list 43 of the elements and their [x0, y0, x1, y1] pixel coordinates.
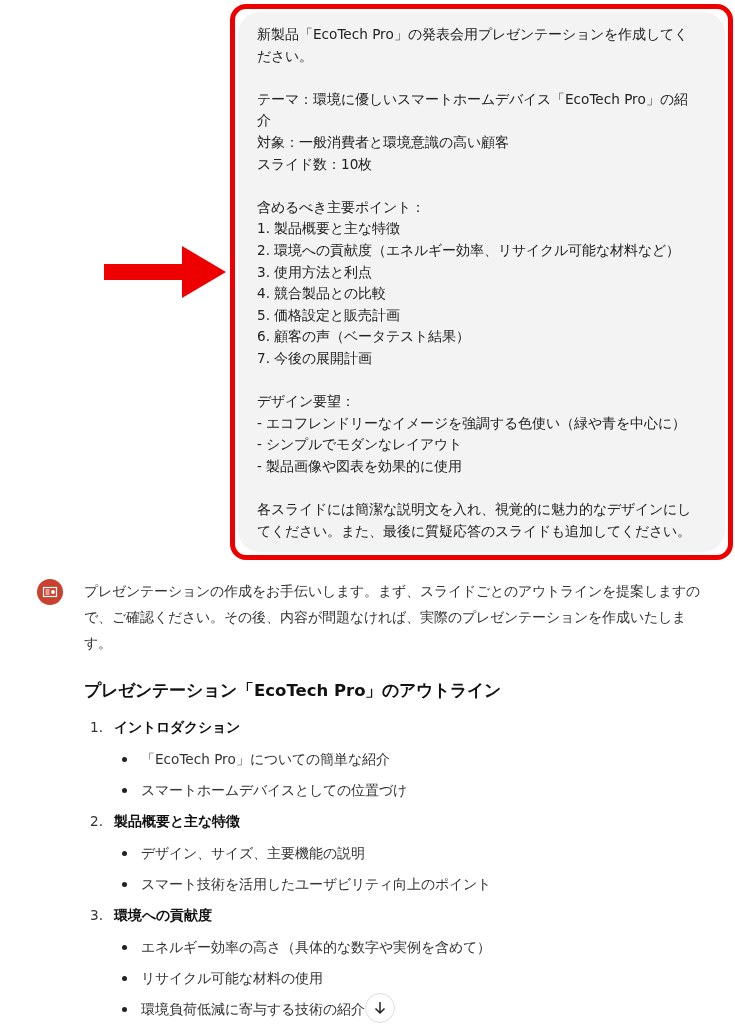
- message-text: 2. 環境への貢献度（エネルギー効率、リサイクル可能な材料など）: [257, 240, 682, 260]
- message-text: 3. 使用方法と利点: [257, 262, 374, 282]
- bullet-icon: [122, 944, 127, 950]
- list-item-title: 環境への貢献度: [114, 906, 213, 926]
- message-text: - エコフレンドリーなイメージを強調する色使い（緑や青を中心に）: [257, 413, 688, 433]
- scroll-down-button[interactable]: [365, 993, 395, 1023]
- message-text: 新製品「EcoTech Pro」の発表会用プレゼンテーションを作成してください。: [257, 25, 689, 66]
- list-item-text: デザイン、サイズ、主要機能の説明: [141, 844, 365, 864]
- section-heading: プレゼンテーション「EcoTech Pro」のアウトライン: [84, 680, 503, 703]
- message-text: 4. 競合製品との比較: [257, 284, 388, 304]
- message-text: スライド数：10枚: [257, 154, 374, 174]
- list-item-text: エネルギー効率の高さ（具体的な数字や実例を含めて）: [141, 938, 491, 958]
- list-number: 3.: [90, 906, 104, 926]
- message-text: テーマ：環境に優しいスマートホームデバイス「EcoTech Pro」の紹介: [257, 89, 689, 131]
- message-text: 7. 今後の展開計画: [257, 348, 374, 368]
- arrow-down-icon: [373, 1001, 387, 1015]
- message-text: 6. 顧客の声（ベータテスト結果）: [257, 327, 472, 347]
- list-item-title: イントロダクション: [114, 718, 241, 738]
- list-number: 2.: [90, 812, 104, 832]
- bullet-icon: [122, 850, 127, 856]
- arrow-icon: [104, 246, 226, 299]
- list-item-text: 「EcoTech Pro」についての簡単な紹介: [141, 750, 390, 770]
- message-text: 対象：一般消費者と環境意識の高い顧客: [257, 132, 510, 152]
- list-item-text: 環境負荷低減に寄与する技術の紹介: [141, 1000, 365, 1020]
- list-item-text: リサイクル可能な材料の使用: [141, 969, 323, 989]
- list-item-text: スマート技術を活用したユーザビリティ向上のポイント: [141, 875, 491, 895]
- list-item-text: スマートホームデバイスとしての位置づけ: [141, 781, 407, 801]
- message-text: - 製品画像や図表を効果的に使用: [257, 456, 464, 476]
- list-number: 1.: [90, 718, 104, 738]
- bullet-icon: [122, 881, 127, 887]
- bullet-icon: [122, 975, 127, 981]
- message-text: 各スライドには簡潔な説明文を入れ、視覚的に魅力的なデザインにしてください。また、最後に質疑応答のスライドも追加してください。: [257, 500, 692, 541]
- bullet-icon: [122, 787, 127, 793]
- message-text: デザイン要望：: [257, 392, 356, 412]
- message-text: プレゼンテーションの作成をお手伝いします。まず、スライドごとのアウトラインを提案しますので、ご確認ください。その後、内容が問題なければ、実際のプレゼンテーションを作成いたします。: [84, 582, 701, 654]
- message-text: 含めるべき主要ポイント：: [257, 197, 426, 217]
- list-item-title: 製品概要と主な特徴: [114, 812, 241, 832]
- message-text: 5. 価格設定と販売計画: [257, 305, 402, 325]
- message-text: 1. 製品概要と主な特徴: [257, 219, 402, 239]
- assistant-avatar-icon: [37, 579, 63, 606]
- bullet-icon: [122, 1006, 127, 1012]
- message-text: - シンプルでモダンなレイアウト: [257, 435, 464, 455]
- bullet-icon: [122, 756, 127, 762]
